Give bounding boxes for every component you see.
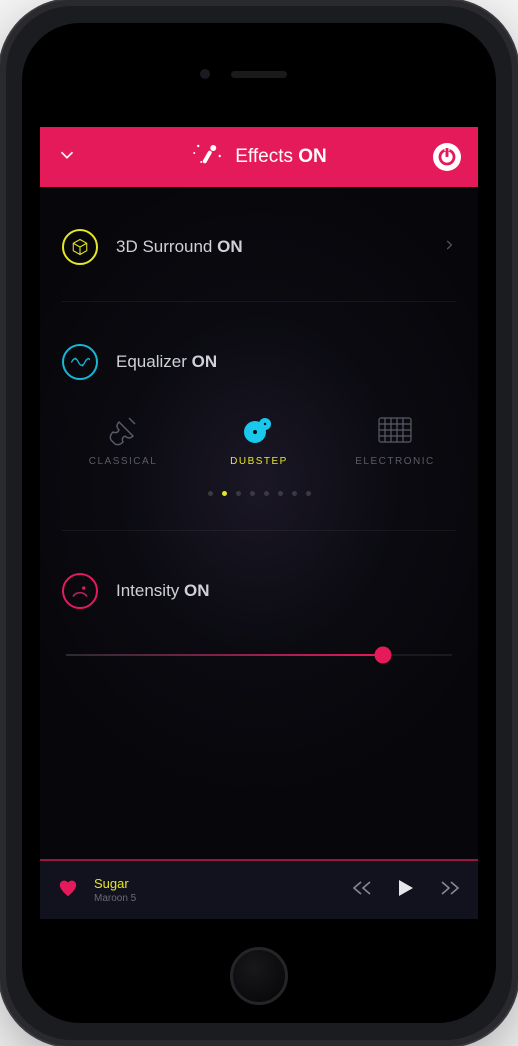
intensity-row: Intensity ON (62, 531, 456, 619)
cube-3d-icon (71, 238, 89, 256)
power-icon (433, 143, 461, 171)
eq-preset-carousel[interactable]: CLASSICAL DUBSTEP (62, 396, 456, 477)
preset-dubstep[interactable]: DUBSTEP (204, 414, 314, 467)
surround-icon-ring (62, 229, 98, 265)
intensity-slider[interactable] (66, 645, 452, 665)
preset-dubstep-label: DUBSTEP (230, 456, 288, 467)
track-title: Sugar (94, 876, 336, 891)
bezel: Effects ON (22, 23, 496, 1023)
front-camera (200, 69, 210, 79)
intensity-icon-ring (62, 573, 98, 609)
surround-row[interactable]: 3D Surround ON (62, 187, 456, 301)
disc-icon (238, 414, 280, 446)
earpiece-speaker (231, 71, 287, 78)
wave-icon (70, 352, 90, 372)
now-playing-text: Sugar Maroon 5 (94, 876, 336, 904)
equalizer-row: Equalizer ON (62, 302, 456, 396)
pagination-dot[interactable] (250, 491, 255, 496)
pagination-dot[interactable] (222, 491, 227, 496)
effects-sparkle-icon (191, 140, 225, 175)
track-artist: Maroon 5 (94, 893, 336, 904)
preset-electronic-label: ELECTRONIC (355, 456, 434, 467)
pagination-dot[interactable] (292, 491, 297, 496)
gauge-icon (70, 581, 90, 601)
next-icon (440, 881, 460, 895)
previous-button[interactable] (352, 881, 372, 900)
heart-icon (58, 879, 78, 897)
header-title: Effects ON (235, 146, 327, 168)
phone-frame: Effects ON (0, 0, 518, 1046)
pagination-dot[interactable] (208, 491, 213, 496)
preset-classical[interactable]: CLASSICAL (68, 414, 178, 467)
violin-icon (102, 414, 144, 446)
slider-thumb[interactable] (374, 647, 391, 664)
surround-label: 3D Surround ON (116, 237, 243, 257)
power-toggle-button[interactable] (432, 142, 462, 172)
carousel-pagination[interactable] (62, 477, 456, 530)
equalizer-icon-ring (62, 344, 98, 380)
chevron-right-icon (442, 236, 456, 259)
slider-fill (66, 654, 383, 656)
equalizer-label: Equalizer ON (116, 352, 217, 372)
preset-classical-label: CLASSICAL (89, 456, 158, 467)
grid-icon (374, 414, 416, 446)
play-button[interactable] (398, 879, 414, 902)
app-screen: Effects ON (40, 127, 478, 919)
play-icon (398, 879, 414, 897)
transport-controls (352, 879, 460, 902)
collapse-button[interactable] (56, 144, 78, 171)
favorite-button[interactable] (58, 879, 78, 902)
pagination-dot[interactable] (278, 491, 283, 496)
previous-icon (352, 881, 372, 895)
next-button[interactable] (440, 881, 460, 900)
preset-electronic[interactable]: ELECTRONIC (340, 414, 450, 467)
home-button[interactable] (230, 947, 288, 1005)
pagination-dot[interactable] (264, 491, 269, 496)
now-playing-bar[interactable]: Sugar Maroon 5 (40, 859, 478, 919)
intensity-label: Intensity ON (116, 581, 210, 601)
pagination-dot[interactable] (236, 491, 241, 496)
chevron-down-icon (56, 144, 78, 166)
header-bar: Effects ON (40, 127, 478, 187)
pagination-dot[interactable] (306, 491, 311, 496)
